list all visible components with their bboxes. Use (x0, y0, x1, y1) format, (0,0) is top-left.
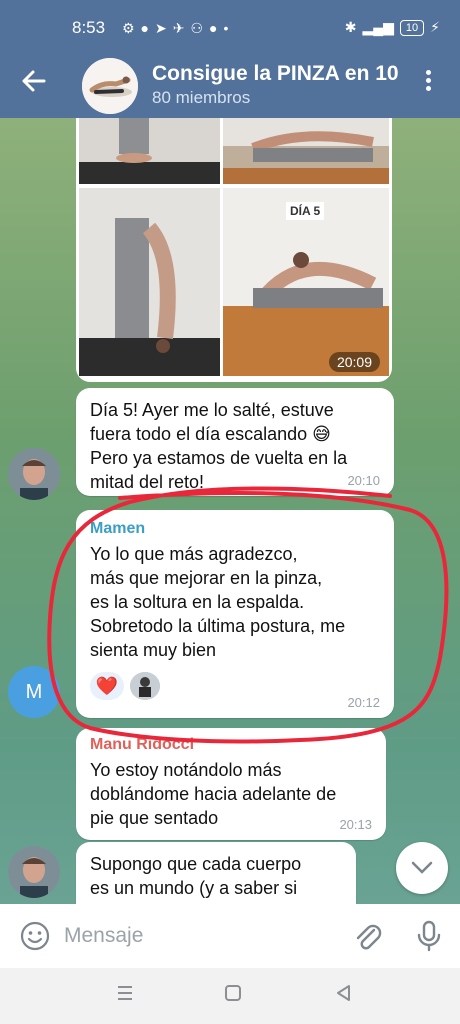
battery-icon: 10 (399, 19, 425, 36)
message-line: más que mejorar en la pinza, (90, 568, 323, 588)
status-bar: 8:53 ⚙●➤✈⚇●• ✱ ▂▄▆ 10 ⚡ (0, 0, 460, 58)
emoji-icon[interactable] (20, 921, 50, 956)
signal-icon: ▂▄▆ (362, 19, 394, 35)
message-line: sienta muy bien (90, 640, 217, 660)
chat-area[interactable]: DÍA 5 20:09 Día 5! Ayer me lo salté, est… (0, 118, 460, 904)
message-text: Yo estoy notándolo más doblándome hacia … (90, 758, 372, 830)
nav-back-icon[interactable] (334, 984, 352, 1007)
reactions: ❤️ (90, 672, 380, 700)
message-time: 20:13 (339, 817, 372, 832)
menu-dots-icon[interactable] (418, 66, 438, 96)
message-bubble[interactable]: Supongo que cada cuerpo es un mundo (y a… (76, 842, 356, 904)
photo-1[interactable] (79, 118, 220, 184)
notification-icons: ⚙●➤✈⚇●• (122, 20, 235, 36)
message-bubble[interactable]: Día 5! Ayer me lo salté, estuve fuera to… (76, 388, 394, 496)
message-text: Día 5! Ayer me lo salté, estuve fuera to… (90, 398, 380, 494)
mic-icon[interactable] (416, 920, 442, 957)
member-count: 80 miembros (152, 88, 251, 107)
message-line: Yo lo que más agradezco, (90, 544, 298, 564)
message-composer (0, 904, 460, 968)
message-input[interactable] (64, 914, 334, 958)
message-text: Yo lo que más agradezco, más que mejorar… (90, 542, 380, 662)
message-bubble[interactable]: Mamen Yo lo que más agradezco, más que m… (76, 510, 394, 718)
photo-album[interactable]: DÍA 5 20:09 (76, 118, 392, 382)
charging-icon: ⚡ (430, 19, 440, 35)
bluetooth-icon: ✱ (344, 19, 357, 35)
mamen-avatar[interactable]: M (8, 666, 60, 718)
photo-3[interactable] (79, 188, 220, 376)
album-day-label: DÍA 5 (286, 202, 325, 220)
sender-name[interactable]: Manu Ridocci (90, 736, 372, 754)
message-line: Día 5! Ayer me lo salté, estuve (90, 400, 334, 420)
user-avatar[interactable] (8, 448, 60, 500)
photo-2[interactable] (223, 118, 389, 184)
message-line: es un mundo (y a saber si (90, 878, 298, 898)
back-arrow-icon[interactable] (20, 68, 46, 100)
nav-recents-icon[interactable] (116, 984, 134, 1007)
sender-name[interactable]: Mamen (90, 520, 380, 538)
scroll-down-button[interactable] (396, 842, 448, 894)
chat-title[interactable]: Consigue la PINZA en 10 (152, 62, 400, 86)
message-line: Pero ya estamos de vuelta en la (90, 448, 348, 468)
message-line: fuera todo el día escalando 😅 (90, 424, 331, 444)
message-line: Sobretodo la última postura, me (90, 616, 346, 636)
message-bubble[interactable]: Manu Ridocci Yo estoy notándolo más dobl… (76, 728, 386, 840)
message-text: Supongo que cada cuerpo es un mundo (y a… (90, 852, 342, 900)
message-time: 20:12 (347, 695, 380, 710)
chevron-down-icon (411, 861, 433, 874)
nav-home-icon[interactable] (224, 984, 242, 1007)
message-time: 20:10 (347, 473, 380, 488)
attach-icon[interactable] (352, 920, 382, 957)
system-nav-bar (0, 968, 460, 1024)
message-line: es la soltura en la espalda. (90, 592, 305, 612)
message-line: Yo estoy notándolo más (90, 760, 282, 780)
message-line: pie que sentado (90, 808, 219, 828)
chat-header: Consigue la PINZA en 10 80 miembros (0, 58, 460, 118)
heart-reaction[interactable]: ❤️ (90, 672, 124, 700)
album-time: 20:09 (328, 352, 380, 372)
status-time: 8:53 (72, 18, 106, 37)
group-avatar[interactable] (82, 58, 138, 114)
message-line: mitad del reto! (90, 472, 205, 492)
reactor-avatar[interactable] (130, 672, 160, 700)
message-line: Supongo que cada cuerpo (90, 854, 302, 874)
message-line: doblándome hacia adelante de (90, 784, 337, 804)
system-icons: ✱ ▂▄▆ 10 ⚡ (345, 19, 440, 36)
user-avatar[interactable] (8, 846, 60, 898)
